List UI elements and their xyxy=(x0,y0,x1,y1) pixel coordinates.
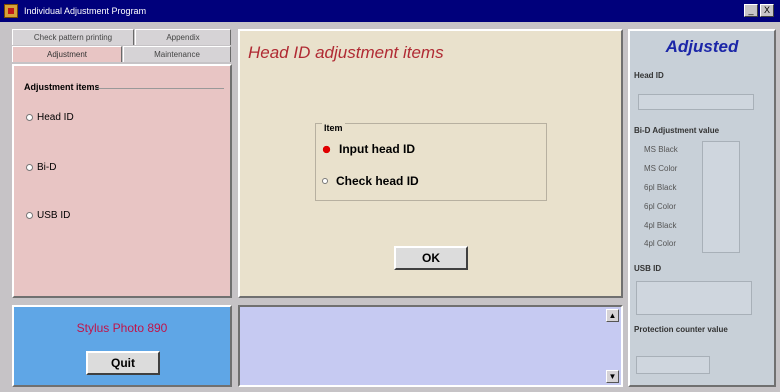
radio-head-id[interactable]: Head ID xyxy=(26,112,74,123)
protection-counter-field xyxy=(636,356,710,374)
radio-bi-d[interactable]: Bi-D xyxy=(26,162,56,173)
radio-selected-icon xyxy=(26,114,33,121)
item-group-label: Item xyxy=(322,123,345,133)
bid-row-label: 6pl Color xyxy=(644,202,677,211)
adjusted-title: Adjusted xyxy=(665,37,739,56)
item-group: Item Input head ID Check head ID xyxy=(315,123,547,201)
radio-label: Head ID xyxy=(37,112,74,123)
bid-row-label: 4pl Black xyxy=(644,221,677,230)
tab-adjustment[interactable]: Adjustment xyxy=(12,46,122,62)
protection-counter-label: Protection counter value xyxy=(634,325,728,334)
scroll-up-icon[interactable]: ▲ xyxy=(606,309,619,322)
bid-row-label: MS Black xyxy=(644,145,678,154)
head-id-field xyxy=(638,94,754,110)
tab-appendix[interactable]: Appendix xyxy=(135,29,231,45)
model-name: Stylus Photo 890 xyxy=(76,321,168,335)
model-panel: Stylus Photo 890 Quit xyxy=(12,305,232,387)
ok-button[interactable]: OK xyxy=(394,246,468,270)
radio-icon xyxy=(322,178,328,184)
tab-maintenance[interactable]: Maintenance xyxy=(123,46,231,62)
option-input-head-id[interactable]: Input head ID xyxy=(322,142,415,156)
option-check-head-id[interactable]: Check head ID xyxy=(322,174,419,188)
divider xyxy=(96,88,224,89)
adjusted-panel: Adjusted Head ID Bi-D Adjustment value M… xyxy=(628,29,776,387)
adjustment-items-panel: Adjustment items Head ID Bi-D USB ID xyxy=(12,64,232,298)
bid-row-label: MS Color xyxy=(644,164,678,173)
minimize-button[interactable]: _ xyxy=(744,4,758,17)
adjustment-items-title: Adjustment items xyxy=(24,82,100,92)
log-area[interactable]: ▲ ▼ xyxy=(238,305,623,387)
radio-icon xyxy=(26,164,33,171)
close-button[interactable]: X xyxy=(760,4,774,17)
usb-id-field xyxy=(636,281,752,315)
app-icon xyxy=(4,4,18,18)
tab-check-pattern[interactable]: Check pattern printing xyxy=(12,29,134,45)
bid-label: Bi-D Adjustment value xyxy=(634,126,720,135)
head-id-label: Head ID xyxy=(634,71,664,80)
bid-values-field xyxy=(702,141,740,253)
radio-selected-icon xyxy=(322,144,331,154)
option-label: Input head ID xyxy=(339,142,415,156)
radio-usb-id[interactable]: USB ID xyxy=(26,210,70,221)
window-title: Individual Adjustment Program xyxy=(24,6,147,16)
radio-label: USB ID xyxy=(37,210,71,221)
option-label: Check head ID xyxy=(336,174,419,188)
main-panel: Head ID adjustment items Item Input head… xyxy=(238,29,623,298)
radio-icon xyxy=(26,212,33,219)
scroll-down-icon[interactable]: ▼ xyxy=(606,370,619,383)
tab-strip: Check pattern printing Appendix Adjustme… xyxy=(12,29,232,65)
page-title: Head ID adjustment items xyxy=(248,43,444,62)
bid-row-label: 6pl Black xyxy=(644,183,677,192)
usb-id-label: USB ID xyxy=(634,264,662,273)
radio-label: Bi-D xyxy=(37,162,57,173)
quit-button[interactable]: Quit xyxy=(86,351,160,375)
title-bar: Individual Adjustment Program _ X xyxy=(0,0,780,22)
bid-row-label: 4pl Color xyxy=(644,239,677,248)
